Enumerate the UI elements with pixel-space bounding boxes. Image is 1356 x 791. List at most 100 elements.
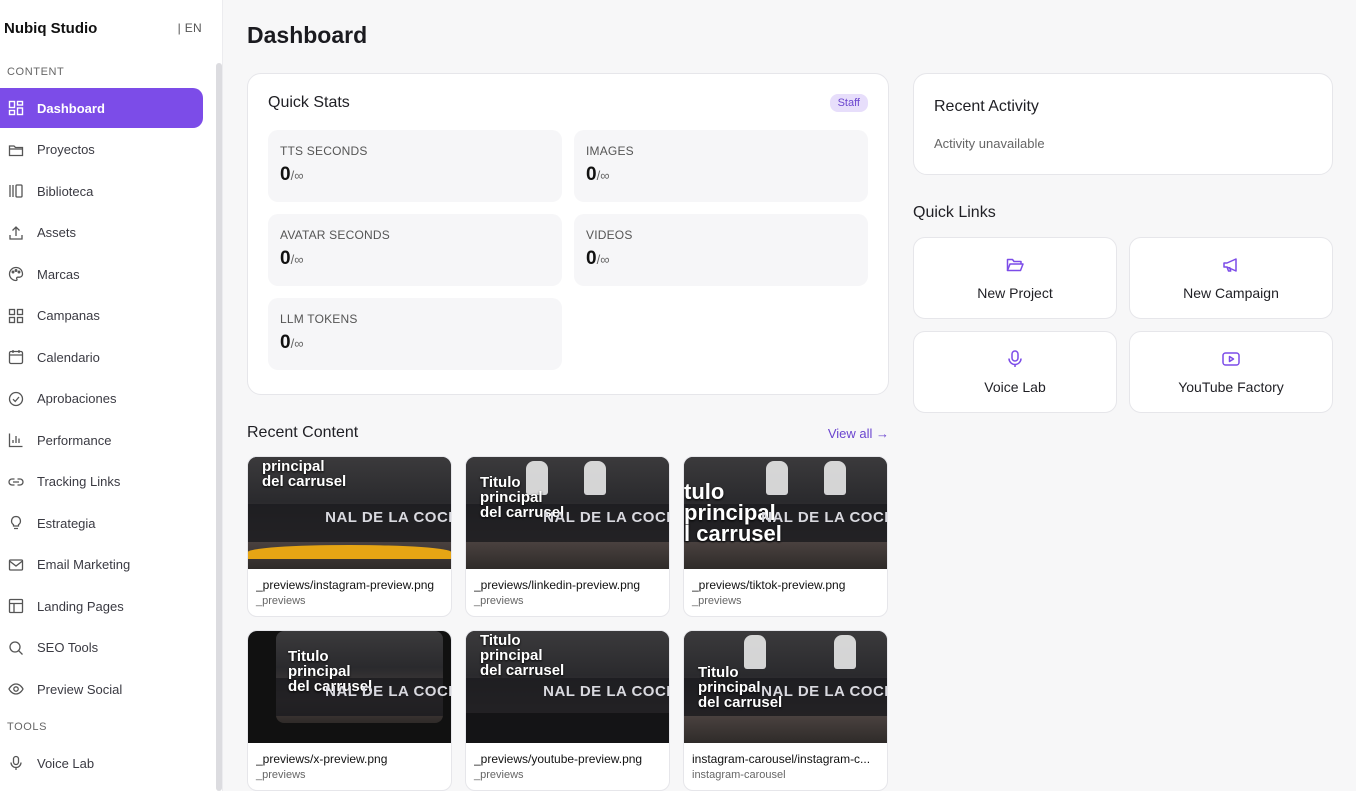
sidebar-item-calendario[interactable]: Calendario xyxy=(0,337,203,377)
thumbnail-accent xyxy=(248,545,451,559)
thumbnail-banner-text: NAL DE LA COCINA CHILENA xyxy=(325,682,451,700)
sidebar-item-estrategia[interactable]: Estrategia xyxy=(0,503,203,543)
search-icon xyxy=(7,639,25,657)
sidebar-item-label: Tracking Links xyxy=(37,474,121,489)
new-campaign-button[interactable]: New Campaign xyxy=(1129,237,1333,319)
quick-link-label: YouTube Factory xyxy=(1178,379,1284,395)
new-project-button[interactable]: New Project xyxy=(913,237,1117,319)
sidebar-item-proyectos[interactable]: Proyectos xyxy=(0,130,203,170)
thumbnail-figure xyxy=(584,461,606,495)
mic-icon xyxy=(1005,349,1025,369)
sidebar-item-marcas[interactable]: Marcas xyxy=(0,254,203,294)
view-all-link[interactable]: View all → xyxy=(828,426,889,441)
sidebar-item-label: Calendario xyxy=(37,349,100,365)
content-folder: _previews xyxy=(256,769,306,781)
sidebar-item-preview-social[interactable]: Preview Social xyxy=(0,669,203,709)
right-column: Recent Activity Activity unavailable Qui… xyxy=(913,73,1333,791)
sidebar-item-tracking-links[interactable]: Tracking Links xyxy=(0,462,203,502)
sidebar-item-performance[interactable]: Performance xyxy=(0,420,203,460)
content-folder: _previews xyxy=(474,769,524,781)
thumbnail-figure xyxy=(744,635,766,669)
app-root: Nubiq Studio | EN CONTENT Dashboard Proy… xyxy=(0,0,1356,791)
content-thumbnail: tulo principal l carrusel NAL DE LA COCI… xyxy=(684,457,887,569)
content-filename: _previews/youtube-preview.png xyxy=(474,752,643,766)
content-thumbnail: principal del carrusel NAL DE LA COCINA … xyxy=(248,457,451,569)
content-meta: _previews/linkedin-preview.png _previews xyxy=(466,569,669,607)
stat-llm-tokens: LLM TOKENS 0/∞ xyxy=(268,298,562,370)
sidebar-item-aprobaciones[interactable]: Aprobaciones xyxy=(0,379,203,419)
sidebar-item-dashboard[interactable]: Dashboard xyxy=(0,88,203,128)
stat-value: 0/∞ xyxy=(586,164,856,186)
sidebar-item-label: Assets xyxy=(37,225,77,240)
voice-lab-button[interactable]: Voice Lab xyxy=(913,331,1117,413)
calendar-icon xyxy=(7,348,25,366)
recent-content-grid: principal del carrusel NAL DE LA COCINA … xyxy=(247,456,889,791)
overlay-text: principal del carrusel xyxy=(262,458,347,490)
language-switch[interactable]: | EN xyxy=(178,21,202,35)
content-filename: _previews/tiktok-preview.png xyxy=(692,578,846,592)
sidebar-item-email-marketing[interactable]: Email Marketing xyxy=(0,545,203,585)
content-card-linkedin-preview[interactable]: Titulo principal del carrusel NAL DE LA … xyxy=(465,456,670,617)
staff-badge: Staff xyxy=(829,94,868,112)
tools-list: Voice Lab xyxy=(0,743,222,783)
sidebar-item-label: Estrategia xyxy=(37,515,96,531)
grid-icon xyxy=(7,307,25,325)
youtube-factory-button[interactable]: YouTube Factory xyxy=(1129,331,1333,413)
stat-value: 0/∞ xyxy=(586,248,856,270)
stat-number: 0 xyxy=(280,248,291,269)
bar-chart-icon xyxy=(7,431,25,449)
sidebar-item-label: Dashboard xyxy=(37,100,105,116)
sidebar-item-landing-pages[interactable]: Landing Pages xyxy=(0,586,203,626)
content-folder: _previews xyxy=(256,595,306,607)
layout-icon xyxy=(7,597,25,615)
upload-icon xyxy=(7,224,25,242)
quick-links-title: Quick Links xyxy=(913,204,996,221)
stat-limit: /∞ xyxy=(290,168,304,183)
sidebar-item-label: SEO Tools xyxy=(37,640,99,655)
quick-stats-title: Quick Stats xyxy=(268,94,350,111)
grid-icon xyxy=(7,99,25,117)
content-card-youtube-preview[interactable]: Titulo principal del carrusel NAL DE LA … xyxy=(465,630,670,791)
content-meta: _previews/youtube-preview.png _previews xyxy=(466,743,669,781)
stat-number: 0 xyxy=(586,248,597,269)
content-meta: _previews/x-preview.png _previews xyxy=(248,743,451,781)
quick-link-label: New Project xyxy=(977,285,1053,301)
eye-icon xyxy=(7,680,25,698)
content-card-x-preview[interactable]: Titulo principal del carrusel NAL DE LA … xyxy=(247,630,452,791)
stat-avatar-seconds: AVATAR SECONDS 0/∞ xyxy=(268,214,562,286)
content-folder: _previews xyxy=(692,595,742,607)
sidebar-item-seo-tools[interactable]: SEO Tools xyxy=(0,628,203,668)
stat-limit: /∞ xyxy=(290,336,304,351)
sidebar-item-assets[interactable]: Assets xyxy=(0,213,203,253)
content-filename: _previews/instagram-preview.png xyxy=(256,578,435,592)
content-thumbnail: Titulo principal del carrusel NAL DE LA … xyxy=(248,631,451,743)
lightbulb-icon xyxy=(7,514,25,532)
sidebar-item-campanas[interactable]: Campanas xyxy=(0,296,203,336)
sidebar-scrollbar[interactable] xyxy=(216,63,222,791)
stat-limit: /∞ xyxy=(596,168,610,183)
sidebar-item-voice-lab[interactable]: Voice Lab xyxy=(0,743,203,783)
content-thumbnail: Titulo principal del carrusel NAL DE LA … xyxy=(466,457,669,569)
quick-link-label: New Campaign xyxy=(1183,285,1279,301)
thumbnail-banner-text: NAL DE LA COCINA CHILENA xyxy=(325,508,451,526)
sidebar-item-biblioteca[interactable]: Biblioteca xyxy=(0,171,203,211)
content-card-tiktok-preview[interactable]: tulo principal l carrusel NAL DE LA COCI… xyxy=(683,456,888,617)
thumbnail-figure xyxy=(834,635,856,669)
link-icon xyxy=(7,473,25,491)
stat-label: VIDEOS xyxy=(586,228,633,242)
sidebar-item-label: Preview Social xyxy=(37,681,123,697)
content-folder: instagram-carousel xyxy=(692,769,786,781)
thumbnail-title-overlay: principal del carrusel xyxy=(262,459,346,489)
megaphone-icon xyxy=(1221,255,1241,275)
recent-activity-title: Recent Activity xyxy=(934,98,1039,115)
content-card-instagram-carousel[interactable]: Titulo principal del carrusel NAL DE LA … xyxy=(683,630,888,791)
brand-name[interactable]: Nubiq Studio xyxy=(4,20,97,37)
stat-limit: /∞ xyxy=(596,252,610,267)
sidebar-item-label: Landing Pages xyxy=(37,598,124,614)
section-label-tools: TOOLS xyxy=(7,721,48,733)
stat-videos: VIDEOS 0/∞ xyxy=(574,214,868,286)
content-card-instagram-preview[interactable]: principal del carrusel NAL DE LA COCINA … xyxy=(247,456,452,617)
stat-number: 0 xyxy=(586,164,597,185)
recent-content-title: Recent Content xyxy=(247,424,359,441)
quick-links-grid: New Project New Campaign Voice Lab YouTu… xyxy=(913,237,1333,413)
